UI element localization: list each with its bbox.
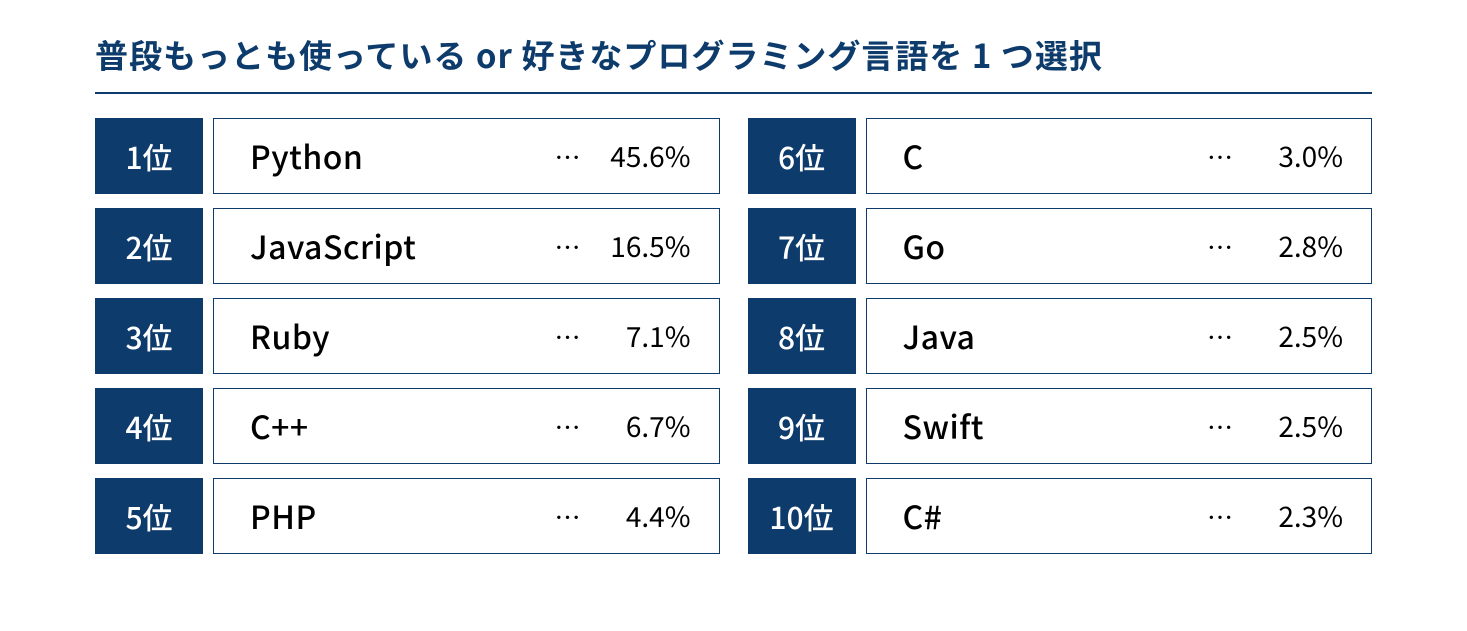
ranking-item: Java … 2.5% [866,298,1373,374]
rank-badge: 5位 [95,478,203,554]
percentage-value: 2.3% [1243,496,1343,536]
language-name: Ruby [250,313,554,359]
rank-badge: 3位 [95,298,203,374]
ranking-row: 4位 C++ … 6.7% [95,388,720,464]
ranking-column-right: 6位 C … 3.0% 7位 Go … 2.8% 8位 Java … 2.5% [748,118,1373,554]
rank-badge: 4位 [95,388,203,464]
language-name: C# [903,493,1207,539]
ellipsis-icon: … [1207,408,1233,445]
percentage-value: 2.5% [1243,316,1343,356]
ranking-row: 5位 PHP … 4.4% [95,478,720,554]
language-name: C++ [250,403,554,449]
language-name: PHP [250,493,554,539]
ellipsis-icon: … [1207,138,1233,175]
ranking-row: 3位 Ruby … 7.1% [95,298,720,374]
ellipsis-icon: … [554,138,580,175]
rank-badge: 6位 [748,118,856,194]
percentage-value: 2.5% [1243,406,1343,446]
rank-badge: 2位 [95,208,203,284]
ranking-item: C++ … 6.7% [213,388,720,464]
rank-badge: 8位 [748,298,856,374]
percentage-value: 7.1% [591,316,691,356]
ranking-item: Ruby … 7.1% [213,298,720,374]
percentage-value: 2.8% [1243,226,1343,266]
language-name: Java [903,313,1207,359]
ranking-item: Go … 2.8% [866,208,1373,284]
ranking-item: JavaScript … 16.5% [213,208,720,284]
chart-title: 普段もっとも使っている or 好きなプログラミング言語を 1 つ選択 [95,30,1372,94]
language-name: Go [903,223,1207,269]
ranking-row: 6位 C … 3.0% [748,118,1373,194]
ellipsis-icon: … [554,498,580,535]
percentage-value: 16.5% [591,226,691,266]
ranking-row: 8位 Java … 2.5% [748,298,1373,374]
rank-badge: 1位 [95,118,203,194]
language-name: Python [250,133,554,179]
ranking-item: C# … 2.3% [866,478,1373,554]
ellipsis-icon: … [554,408,580,445]
rank-badge: 9位 [748,388,856,464]
ranking-row: 9位 Swift … 2.5% [748,388,1373,464]
language-name: Swift [903,403,1207,449]
ellipsis-icon: … [1207,318,1233,355]
ellipsis-icon: … [554,228,580,265]
language-name: C [903,133,1207,179]
ellipsis-icon: … [1207,498,1233,535]
rank-badge: 10位 [748,478,856,554]
ellipsis-icon: … [554,318,580,355]
ranking-item: Python … 45.6% [213,118,720,194]
ranking-row: 10位 C# … 2.3% [748,478,1373,554]
ranking-column-left: 1位 Python … 45.6% 2位 JavaScript … 16.5% … [95,118,720,554]
ranking-item: Swift … 2.5% [866,388,1373,464]
percentage-value: 4.4% [591,496,691,536]
ranking-columns: 1位 Python … 45.6% 2位 JavaScript … 16.5% … [95,118,1372,554]
ranking-item: PHP … 4.4% [213,478,720,554]
rank-badge: 7位 [748,208,856,284]
ranking-row: 7位 Go … 2.8% [748,208,1373,284]
language-name: JavaScript [250,223,554,269]
percentage-value: 6.7% [591,406,691,446]
percentage-value: 3.0% [1243,136,1343,176]
ellipsis-icon: … [1207,228,1233,265]
ranking-row: 2位 JavaScript … 16.5% [95,208,720,284]
ranking-item: C … 3.0% [866,118,1373,194]
percentage-value: 45.6% [591,136,691,176]
ranking-row: 1位 Python … 45.6% [95,118,720,194]
